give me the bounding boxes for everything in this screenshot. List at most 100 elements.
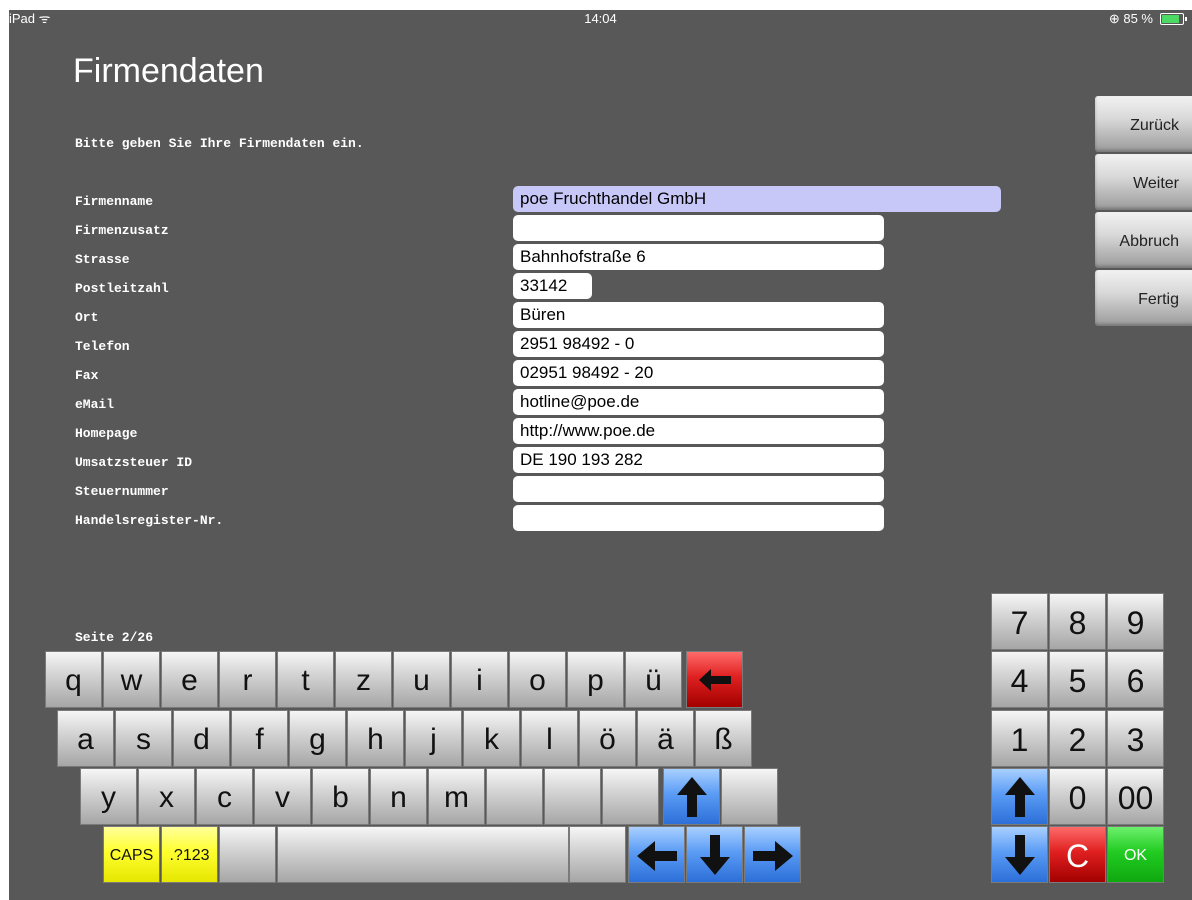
key-blank[interactable]	[721, 768, 778, 825]
key-v[interactable]: v	[254, 768, 311, 825]
arrow-down-icon	[1004, 835, 1035, 875]
input-umsatzsteuer-id[interactable]: DE 190 193 282	[513, 447, 884, 473]
key-l[interactable]: l	[521, 710, 578, 767]
key-z[interactable]: z	[335, 651, 392, 708]
input-ort[interactable]: Büren	[513, 302, 884, 328]
key-b[interactable]: b	[312, 768, 369, 825]
key-w[interactable]: w	[103, 651, 160, 708]
key-sz[interactable]: ß	[695, 710, 752, 767]
label-fax: Fax	[75, 368, 99, 383]
caps-key[interactable]: CAPS	[103, 826, 160, 883]
label-telefon: Telefon	[75, 339, 130, 354]
key-e[interactable]: e	[161, 651, 218, 708]
arrow-left-icon	[636, 841, 677, 871]
key-q[interactable]: q	[45, 651, 102, 708]
label-ort: Ort	[75, 310, 99, 325]
numpad-5[interactable]: 5	[1049, 651, 1106, 708]
arrow-left-key[interactable]	[628, 826, 685, 883]
battery-text: ⊕ 85 %	[1108, 11, 1153, 26]
label-umsatzsteuer-id: Umsatzsteuer ID	[75, 455, 193, 470]
input-fax[interactable]: 02951 98492 - 20	[513, 360, 884, 386]
numpad-4[interactable]: 4	[991, 651, 1048, 708]
numpad-7[interactable]: 7	[991, 593, 1048, 650]
numpad-9[interactable]: 9	[1107, 593, 1164, 650]
back-button[interactable]: Zurück	[1095, 96, 1192, 152]
backspace-arrow-left-icon	[698, 669, 731, 691]
key-i[interactable]: i	[451, 651, 508, 708]
input-email[interactable]: hotline@poe.de	[513, 389, 884, 415]
key-p[interactable]: p	[567, 651, 624, 708]
cancel-button[interactable]: Abbruch	[1095, 212, 1192, 268]
label-steuernummer: Steuernummer	[75, 484, 169, 499]
key-r[interactable]: r	[219, 651, 276, 708]
battery-icon	[1160, 13, 1187, 25]
numpad-6[interactable]: 6	[1107, 651, 1164, 708]
key-shift[interactable]	[663, 768, 720, 825]
ok-key[interactable]: OK	[1107, 826, 1164, 883]
key-ue[interactable]: ü	[625, 651, 682, 708]
input-handelsregister[interactable]	[513, 505, 884, 531]
key-s[interactable]: s	[115, 710, 172, 767]
clear-key[interactable]: C	[1049, 826, 1106, 883]
back-button-label: Zurück	[1130, 117, 1179, 134]
arrow-down-icon	[699, 835, 730, 875]
input-steuernummer[interactable]	[513, 476, 884, 502]
key-k[interactable]: k	[463, 710, 520, 767]
key-blank[interactable]	[486, 768, 543, 825]
arrow-up-icon	[676, 777, 707, 817]
key-d[interactable]: d	[173, 710, 230, 767]
key-x[interactable]: x	[138, 768, 195, 825]
numpad-down-key[interactable]	[991, 826, 1048, 883]
cancel-button-label: Abbruch	[1119, 233, 1179, 250]
key-f[interactable]: f	[231, 710, 288, 767]
key-n[interactable]: n	[370, 768, 427, 825]
input-postleitzahl[interactable]: 33142	[513, 273, 592, 299]
numpad-2[interactable]: 2	[1049, 710, 1106, 767]
label-firmenzusatz: Firmenzusatz	[75, 223, 169, 238]
numpad-1[interactable]: 1	[991, 710, 1048, 767]
key-y[interactable]: y	[80, 768, 137, 825]
key-blank[interactable]	[569, 826, 626, 883]
symbols-key[interactable]: .?123	[161, 826, 218, 883]
input-telefon[interactable]: 2951 98492 - 0	[513, 331, 884, 357]
key-m[interactable]: m	[428, 768, 485, 825]
key-backspace[interactable]	[686, 651, 743, 708]
arrow-down-key[interactable]	[686, 826, 743, 883]
numpad-8[interactable]: 8	[1049, 593, 1106, 650]
key-o[interactable]: o	[509, 651, 566, 708]
label-strasse: Strasse	[75, 252, 130, 267]
numpad-3[interactable]: 3	[1107, 710, 1164, 767]
label-homepage: Homepage	[75, 426, 138, 441]
next-button[interactable]: Weiter	[1095, 154, 1192, 210]
next-button-label: Weiter	[1133, 175, 1179, 192]
input-strasse[interactable]: Bahnhofstraße 6	[513, 244, 884, 270]
input-firmenzusatz[interactable]	[513, 215, 884, 241]
page-indicator: Seite 2/26	[75, 630, 154, 645]
numpad-up-key[interactable]	[991, 768, 1048, 825]
key-g[interactable]: g	[289, 710, 346, 767]
label-postleitzahl: Postleitzahl	[75, 281, 169, 296]
arrow-right-icon	[752, 841, 793, 871]
done-button-label: Fertig	[1138, 291, 1179, 308]
key-blank[interactable]	[219, 826, 276, 883]
key-t[interactable]: t	[277, 651, 334, 708]
page-title: Firmendaten	[73, 52, 264, 90]
done-button[interactable]: Fertig	[1095, 270, 1192, 326]
key-a[interactable]: a	[57, 710, 114, 767]
key-u[interactable]: u	[393, 651, 450, 708]
input-homepage[interactable]: http://www.poe.de	[513, 418, 884, 444]
key-c[interactable]: c	[196, 768, 253, 825]
numpad-0[interactable]: 0	[1049, 768, 1106, 825]
space-key[interactable]	[277, 826, 569, 883]
key-h[interactable]: h	[347, 710, 404, 767]
key-oe[interactable]: ö	[579, 710, 636, 767]
key-blank[interactable]	[544, 768, 601, 825]
input-firmenname[interactable]: poe Fruchthandel GmbH	[513, 186, 1001, 212]
arrow-up-icon	[1004, 777, 1035, 817]
label-email: eMail	[75, 397, 115, 412]
key-blank[interactable]	[602, 768, 659, 825]
numpad-00[interactable]: 00	[1107, 768, 1164, 825]
key-j[interactable]: j	[405, 710, 462, 767]
arrow-right-key[interactable]	[744, 826, 801, 883]
key-ae[interactable]: ä	[637, 710, 694, 767]
